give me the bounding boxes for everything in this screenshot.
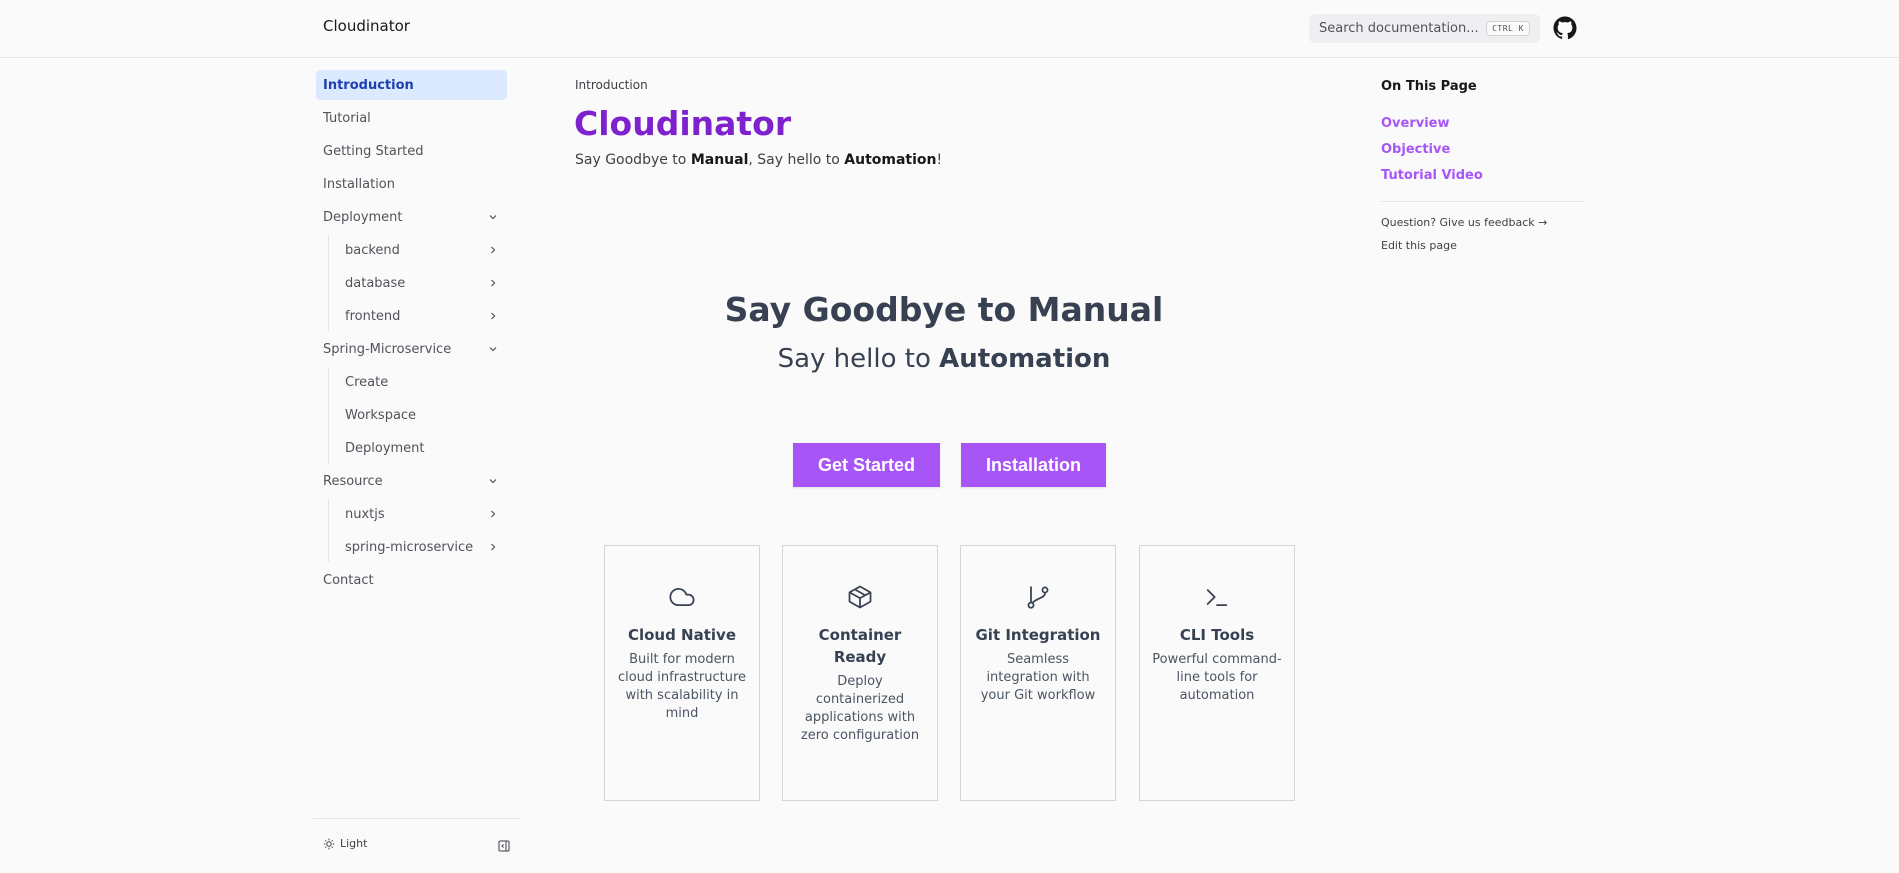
sidebar-item-label: Introduction [323,77,414,93]
feature-card-git-integration: Git Integration Seamless integration wit… [960,545,1116,801]
edit-page-link[interactable]: Edit this page [1381,239,1547,262]
installation-button[interactable]: Installation [961,443,1106,487]
toc-extra-links: Question? Give us feedback → Edit this p… [1381,216,1547,262]
feature-desc: Seamless integration with your Git workf… [980,652,1096,703]
feature-desc: Powerful command-line tools for automati… [1152,652,1282,703]
toc-link-overview[interactable]: Overview [1381,116,1483,142]
sidebar-item-spring-microservice[interactable]: Spring-Microservice [316,334,507,364]
sidebar-item-label: Resource [323,473,383,489]
hero-subheading-text: Say hello to [777,344,940,374]
toc-heading: On This Page [1381,79,1477,94]
sidebar-item-backend[interactable]: backend [329,235,507,265]
hero-subheading: Say hello to Automation [575,344,1313,374]
subtitle-bold: Manual [690,152,749,168]
sidebar-item-label: Tutorial [323,110,371,126]
terminal-icon [1206,589,1228,607]
search-placeholder: Search documentation... [1319,21,1479,36]
spring-microservice-subgroup: Create Workspace Deployment [328,367,507,463]
sidebar-item-introduction[interactable]: Introduction [316,70,507,100]
breadcrumb: Introduction [575,78,648,92]
sidebar-collapse-icon[interactable] [498,840,510,852]
sidebar-item-deployment-sub[interactable]: Deployment [329,433,507,463]
sidebar-item-getting-started[interactable]: Getting Started [316,136,507,166]
get-started-button[interactable]: Get Started [793,443,940,487]
feature-card-cli-tools: CLI Tools Powerful command-line tools fo… [1139,545,1295,801]
resource-subgroup: nuxtjs spring-microservice [328,499,507,562]
box-icon [848,585,872,609]
feedback-link[interactable]: Question? Give us feedback → [1381,216,1547,239]
search-shortcut-badge: CTRL K [1486,21,1530,36]
search-input[interactable]: Search documentation... CTRL K [1309,14,1540,43]
feature-title: Cloud Native [627,626,737,644]
chevron-right-icon[interactable] [487,277,499,289]
sidebar-item-workspace[interactable]: Workspace [329,400,507,430]
sidebar-item-resource[interactable]: Resource [316,466,507,496]
sidebar-item-label: database [345,275,406,291]
feature-desc: Built for modern cloud infrastructure wi… [617,652,747,721]
github-icon[interactable] [1553,16,1577,40]
subtitle-text: ! [936,152,943,168]
sidebar-item-contact[interactable]: Contact [316,565,507,595]
toc-list: Overview Objective Tutorial Video [1381,116,1483,194]
sidebar-item-database[interactable]: database [329,268,507,298]
subtitle-text: , Say hello to [748,152,845,168]
chevron-right-icon[interactable] [487,508,499,520]
deployment-subgroup: backend database frontend [328,235,507,331]
chevron-right-icon[interactable] [487,541,499,553]
hero-heading: Say Goodbye to Manual [724,290,1164,329]
sidebar-item-deployment[interactable]: Deployment [316,202,507,232]
sun-icon [323,838,335,849]
sidebar-item-installation[interactable]: Installation [316,169,507,199]
hero-subheading-bold: Automation [939,344,1111,374]
sidebar-item-label: frontend [345,308,401,324]
subtitle-text: Say Goodbye to [575,152,691,168]
sidebar-item-tutorial[interactable]: Tutorial [316,103,507,133]
toc-link-tutorial-video[interactable]: Tutorial Video [1381,168,1483,194]
sidebar-item-label: Deployment [323,209,403,225]
feature-card-container-ready: Container Ready Deploy containerized app… [782,545,938,801]
sidebar-item-create[interactable]: Create [329,367,507,397]
brand-logo[interactable]: Cloudinator [323,17,410,35]
subtitle-bold: Automation [844,152,937,168]
sidebar-nav: Introduction Tutorial Getting Started In… [316,70,507,598]
sidebar-item-label: spring-microservice [345,539,474,555]
chevron-right-icon[interactable] [487,310,499,322]
feature-desc: Deploy containerized applications with z… [800,674,920,743]
page-subtitle: Say Goodbye to Manual, Say hello to Auto… [575,152,942,168]
toc-divider [1381,201,1583,202]
sidebar-item-nuxtjs[interactable]: nuxtjs [329,499,507,529]
sidebar-item-label: backend [345,242,400,258]
sidebar-item-label: Installation [323,176,396,192]
sidebar-item-frontend[interactable]: frontend [329,301,507,331]
sidebar-item-label: nuxtjs [345,506,385,522]
theme-label: Light [340,837,368,850]
feature-title: CLI Tools [1179,626,1255,644]
feature-title: Git Integration [975,626,1101,644]
feature-card-cloud-native: Cloud Native Built for modern cloud infr… [604,545,760,801]
toc-link-objective[interactable]: Objective [1381,142,1483,168]
cloud-icon [669,588,695,607]
feature-title: Container Ready [818,626,902,666]
chevron-right-icon[interactable] [487,244,499,256]
sidebar-item-label: Spring-Microservice [323,341,452,357]
sidebar-item-label: Contact [323,572,374,588]
sidebar-item-label: Deployment [345,440,425,456]
sidebar-item-spring-microservice-res[interactable]: spring-microservice [329,532,507,562]
page-title: Cloudinator [574,104,792,143]
sidebar-item-label: Getting Started [323,143,424,159]
theme-toggle[interactable]: Light [323,837,367,850]
chevron-down-icon[interactable] [487,475,499,487]
top-header: Cloudinator Search documentation... CTRL… [0,0,1899,58]
chevron-down-icon[interactable] [487,211,499,223]
sidebar-item-label: Create [345,374,389,390]
git-branch-icon [1027,586,1049,609]
sidebar-divider [313,818,521,819]
chevron-down-icon[interactable] [487,343,499,355]
sidebar-item-label: Workspace [345,407,417,423]
